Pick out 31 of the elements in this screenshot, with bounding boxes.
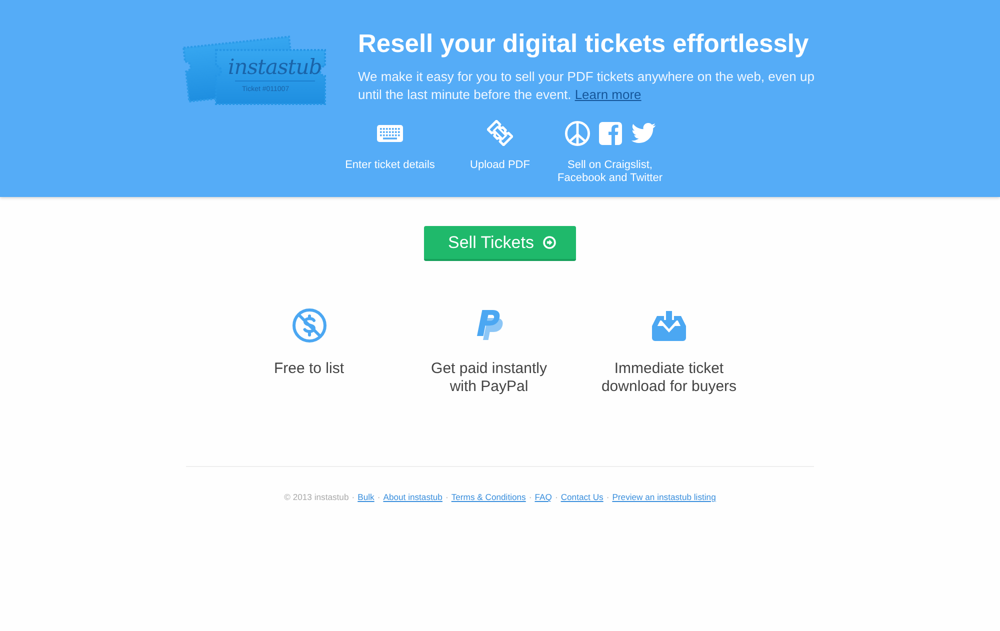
- footer-link[interactable]: Preview an instastub listing: [612, 492, 716, 503]
- separator-text: ·: [606, 492, 610, 503]
- peace-sign-icon: [564, 120, 590, 146]
- footer-link[interactable]: About instastub: [383, 492, 442, 503]
- description-text: We make it easy for you to sell your PDF tickets anywhere on the web, even up until the last minute before the event. Learn more: [358, 68, 816, 104]
- learn-more-link[interactable]: Learn more: [574, 87, 642, 102]
- step-label: Sell on Craigslist, Facebook and Twitter: [556, 159, 664, 185]
- keyboard-icon: [377, 124, 403, 142]
- separator-text: ·: [352, 492, 355, 503]
- crossed-dollar-icon: [292, 308, 326, 343]
- logo-wordmark: instastub: [228, 55, 322, 79]
- step-label: Enter ticket details: [345, 159, 435, 172]
- separator-text: ·: [445, 492, 448, 503]
- sell-tickets-button[interactable]: Sell Tickets: [424, 226, 576, 261]
- bird-icon: [630, 123, 656, 143]
- facebook-icon: [598, 122, 622, 144]
- feature-label: Immediate ticket download for buyers: [600, 360, 738, 396]
- separator-text: ·: [554, 492, 558, 503]
- footer-link[interactable]: Terms & Conditions: [451, 492, 526, 503]
- footer-link[interactable]: Bulk: [358, 492, 374, 503]
- step-label: Upload PDF: [470, 159, 530, 172]
- feature-label: Get paid instantly with PayPal: [430, 360, 548, 396]
- ticket-icon: [487, 120, 513, 146]
- headline: Resell your digital tickets effortlessly: [358, 29, 810, 60]
- feature-label: Free to list: [274, 360, 344, 378]
- footer-link[interactable]: Contact Us: [560, 492, 604, 503]
- download-tray-icon: [652, 310, 686, 340]
- separator-text: ·: [528, 492, 532, 503]
- separator-text: ·: [377, 492, 380, 503]
- footer-link[interactable]: FAQ: [534, 492, 552, 503]
- copyright-text: © 2013 instastub: [284, 492, 349, 503]
